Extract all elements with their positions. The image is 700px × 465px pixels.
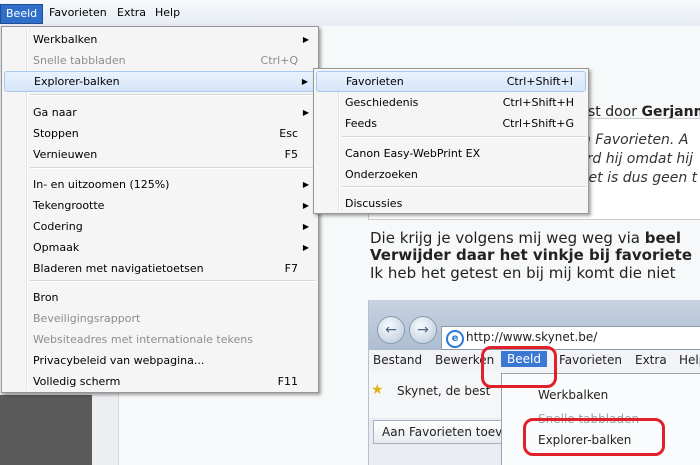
menu-item-shortcut: Ctrl+Q <box>260 54 298 67</box>
para-line1-bold: beel <box>644 229 681 247</box>
shot-menu-help: Help <box>679 353 700 367</box>
submenu-arrow-icon: ▶ <box>301 77 308 86</box>
beeld-item-snelle-tabbladen[interactable]: Snelle tabbladen Ctrl+Q <box>4 50 316 71</box>
menu-item-label: Stoppen <box>33 127 79 140</box>
menu-item-shortcut: F7 <box>284 262 298 275</box>
menu-favorieten[interactable]: Favorieten <box>44 4 112 22</box>
beeld-item-bladeren-met-navigatietoetsen[interactable]: Bladeren met navigatietoetsen F7 <box>4 258 316 279</box>
beeld-item-ga-naar[interactable]: Ga naar ▶ <box>4 102 316 123</box>
beeld-item-explorer-balken[interactable]: Explorer-balken ▶ <box>4 71 316 92</box>
beeld-item-vernieuwen[interactable]: Vernieuwen F5 <box>4 144 316 165</box>
menu-item-label: Tekengrootte <box>33 199 105 212</box>
submenu-arrow-icon: ▶ <box>302 222 309 231</box>
beeld-item-opmaak[interactable]: Opmaak ▶ <box>4 237 316 258</box>
menu-item-label: Volledig scherm <box>33 375 121 388</box>
menu-item-label: Geschiedenis <box>345 96 419 109</box>
menu-beeld[interactable]: Beeld <box>0 4 44 24</box>
explorer-balken-submenu: Favorieten Ctrl+Shift+I Geschiedenis Ctrl+S… <box>313 68 589 214</box>
menu-item-label: Snelle tabbladen <box>33 54 126 67</box>
menu-item-shortcut: F5 <box>284 148 298 161</box>
embedded-screenshot: ← → e http://www.skynet.be/ Bestand Bewe… <box>368 300 700 465</box>
beeld-item-codering[interactable]: Codering ▶ <box>4 216 316 237</box>
post-paragraph-line-2: Verwijder daar het vinkje bij favoriete <box>370 246 693 264</box>
beeld-item-websiteadres-met-internationale-tekens[interactable]: Websiteadres met internationale tekens <box>4 329 316 350</box>
menu-item-shortcut: Esc <box>279 127 298 140</box>
red-highlight-explorer <box>523 418 665 456</box>
shot-fav-link: Skynet, de best <box>397 384 491 398</box>
menu-separator <box>342 186 586 188</box>
submenu-arrow-icon: ▶ <box>302 243 309 252</box>
menubar: Beeld Favorieten Extra Help <box>0 0 700 27</box>
menu-item-label: Onderzoeken <box>345 168 418 181</box>
menu-item-label: Privacybeleid van webpagina... <box>33 354 205 367</box>
menu-item-label: Favorieten <box>346 75 404 88</box>
menu-separator <box>342 136 586 138</box>
menu-item-label: Canon Easy-WebPrint EX <box>345 147 481 160</box>
menu-item-label: Bron <box>33 291 59 304</box>
beeld-item-volledig-scherm[interactable]: Volledig scherm F11 <box>4 371 316 392</box>
menu-item-label: Websiteadres met internationale tekens <box>33 333 253 346</box>
quote-line-3: Het is dus geen t <box>578 170 698 186</box>
menu-item-shortcut: Ctrl+Shift+I <box>506 75 573 88</box>
menu-item-label: Opmaak <box>33 241 80 254</box>
menu-separator <box>30 167 316 169</box>
explorer-item-geschiedenis[interactable]: Geschiedenis Ctrl+Shift+H <box>316 92 586 113</box>
menu-item-label: Werkbalken <box>33 33 98 46</box>
menu-separator <box>30 280 316 282</box>
beeld-item-beveiligingsrapport[interactable]: Beveiligingsrapport <box>4 308 316 329</box>
explorer-item-favorieten[interactable]: Favorieten Ctrl+Shift+I <box>316 71 586 92</box>
quote-line-2: erd hij omdat hij <box>578 151 694 167</box>
explorer-item-onderzoeken[interactable]: Onderzoeken <box>316 164 586 185</box>
menu-item-label: Vernieuwen <box>33 148 98 161</box>
para-line1-text: Die krijg je volgens mij weg weg via <box>370 229 640 247</box>
quote-line-1: in Favorieten. A <box>578 132 689 148</box>
beeld-item-bron[interactable]: Bron <box>4 287 316 308</box>
screenshot-url: http://www.skynet.be/ <box>466 330 598 344</box>
menu-item-label: In- en uitzoomen (125%) <box>33 178 170 191</box>
back-arrow-icon: ← <box>377 316 405 344</box>
menu-item-label: Ga naar <box>33 106 77 119</box>
beeld-item-werkbalken[interactable]: Werkbalken ▶ <box>4 29 316 50</box>
menu-separator <box>30 94 316 96</box>
shot-menu-bestand: Bestand <box>373 353 423 367</box>
red-highlight-beeld <box>481 346 557 388</box>
menu-item-shortcut: F11 <box>277 375 298 388</box>
submenu-arrow-icon: ▶ <box>302 201 309 210</box>
menu-item-label: Codering <box>33 220 83 233</box>
post-paragraph-line-3: Ik heb het getest en bij mij komt die ni… <box>370 264 676 282</box>
explorer-item-discussies[interactable]: Discussies <box>316 193 586 214</box>
menu-item-label: Feeds <box>345 117 377 130</box>
menu-item-label: Discussies <box>345 197 403 210</box>
beeld-menu: Werkbalken ▶ Snelle tabbladen Ctrl+Q Explore… <box>1 26 319 393</box>
submenu-arrow-icon: ▶ <box>302 35 309 44</box>
forward-arrow-icon: → <box>409 316 437 344</box>
shot-add-favorites-button: Aan Favorieten toev <box>373 420 507 444</box>
post-paragraph-line-1: Die krijg je volgens mij weg weg via bee… <box>370 229 681 247</box>
beeld-item-tekengrootte[interactable]: Tekengrootte ▶ <box>4 195 316 216</box>
menu-help[interactable]: Help <box>150 4 185 22</box>
shot-dd-werkbalken: Werkbalken <box>538 388 609 402</box>
menu-item-shortcut: Ctrl+Shift+H <box>502 96 574 109</box>
menu-item-label: Explorer-balken <box>34 75 120 88</box>
submenu-arrow-icon: ▶ <box>302 180 309 189</box>
shot-menu-extra: Extra <box>635 353 667 367</box>
star-icon: ★ <box>371 382 384 398</box>
ie-logo-icon: e <box>446 330 464 348</box>
beeld-item-privacybeleid-van-webpagina[interactable]: Privacybeleid van webpagina... <box>4 350 316 371</box>
beeld-item-stoppen[interactable]: Stoppen Esc <box>4 123 316 144</box>
shot-menu-favorieten: Favorieten <box>559 353 622 367</box>
menu-item-label: Beveiligingsrapport <box>33 312 141 325</box>
submenu-arrow-icon: ▶ <box>302 108 309 117</box>
menu-item-label: Bladeren met navigatietoetsen <box>33 262 204 275</box>
menu-extra[interactable]: Extra <box>112 4 151 22</box>
explorer-item-feeds[interactable]: Feeds Ctrl+Shift+G <box>316 113 586 134</box>
explorer-item-canon-easy-webprint-ex[interactable]: Canon Easy-WebPrint EX <box>316 143 586 164</box>
left-dark-area <box>0 395 92 465</box>
screenshot-address-bar: e http://www.skynet.be/ <box>441 326 700 350</box>
beeld-item-in-en-uitzoomen-125[interactable]: In- en uitzoomen (125%) ▶ <box>4 174 316 195</box>
menu-item-shortcut: Ctrl+Shift+G <box>502 117 574 130</box>
